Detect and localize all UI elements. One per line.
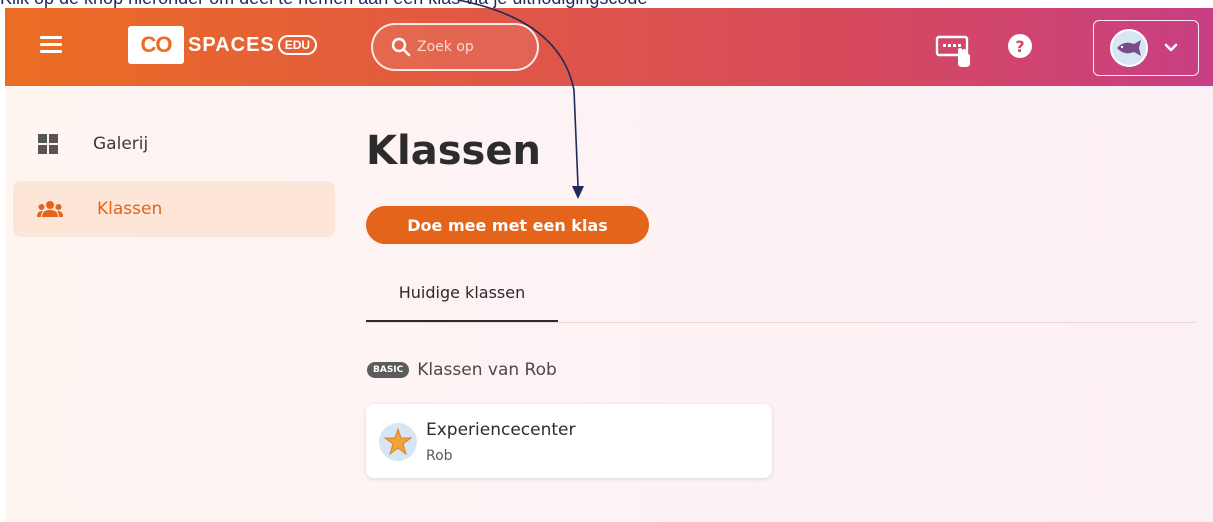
menu-icon[interactable] [40,36,62,54]
sidebar-item-galerij[interactable]: Galerij [13,116,335,172]
sidebar-item-label: Klassen [97,199,163,219]
chevron-down-icon [1164,43,1178,52]
join-class-button[interactable]: Doe mee met een klas [366,206,649,244]
cospaces-logo[interactable]: CO SPACES EDU [128,25,318,65]
group-title: Klassen van Rob [417,360,557,380]
avatar [1110,29,1148,67]
plan-badge: BASIC [367,362,410,378]
class-group-header: BASIC Klassen van Rob [367,360,557,380]
fish-avatar-icon [1117,40,1141,56]
search-input[interactable] [417,39,527,55]
logo-co: CO [128,26,184,64]
logo-spaces: SPACES [188,33,275,56]
starfish-class-icon [379,423,417,461]
people-icon [37,201,63,217]
tabs-divider [366,322,1196,323]
class-name: Experiencecenter [426,420,576,440]
grid-icon [38,134,58,154]
user-menu-button[interactable] [1093,20,1199,76]
tab-huidige-klassen[interactable]: Huidige klassen [366,276,558,323]
page-title: Klassen [366,128,541,174]
logo-edu: EDU [277,35,318,55]
top-bar: CO SPACES EDU ? [5,8,1213,86]
annotation-caption-text: Klik op de knop hieronder om deel te nem… [0,0,647,8]
sidebar-item-klassen[interactable]: Klassen [13,181,335,237]
class-owner: Rob [426,448,453,464]
search-icon [391,37,411,57]
keyboard-touch-icon[interactable] [934,30,974,70]
annotation-caption: Klik op de knop hieronder om deel te nem… [0,0,1213,8]
search-box[interactable] [371,23,539,71]
class-card[interactable]: Experiencecenter Rob [366,404,772,478]
sidebar-item-label: Galerij [93,134,149,154]
help-icon[interactable]: ? [1008,34,1032,58]
